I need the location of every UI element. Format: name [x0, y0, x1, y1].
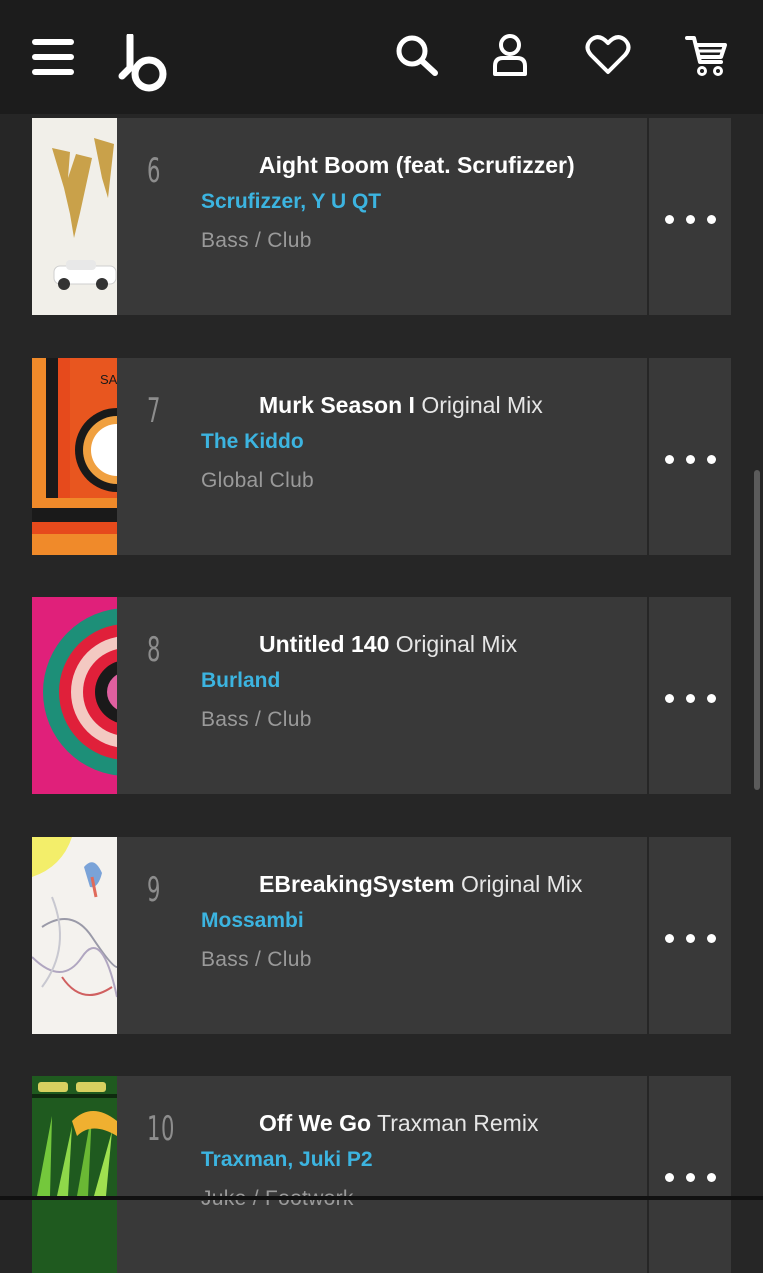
track-genre-link[interactable]: Bass / Club — [201, 708, 312, 732]
more-options-button[interactable] — [649, 837, 731, 1034]
track-number: 7 — [147, 391, 162, 431]
track-mix-name: Original Mix — [421, 392, 543, 418]
track-row[interactable]: SA 7 Murk Season I Original Mix The Kidd… — [32, 358, 731, 555]
track-info[interactable]: 9 EBreakingSystem Original Mix Mossambi … — [117, 837, 647, 1034]
track-list: 6 Aight Boom (feat. Scrufizzer) Scrufizz… — [0, 0, 763, 1273]
more-options-button[interactable] — [649, 358, 731, 555]
track-title-name: Murk Season I — [259, 392, 415, 418]
release-artwork[interactable] — [32, 837, 117, 1034]
track-title[interactable]: EBreakingSystem Original Mix — [259, 871, 639, 898]
user-icon[interactable] — [491, 34, 529, 78]
more-options-button[interactable] — [649, 118, 731, 315]
track-artists-link[interactable]: Burland — [201, 669, 280, 693]
track-title[interactable]: Off We Go Traxman Remix — [259, 1110, 639, 1137]
release-artwork[interactable]: SA — [32, 358, 117, 555]
track-info[interactable]: 10 Off We Go Traxman Remix Traxman, Juki… — [117, 1076, 647, 1273]
track-row[interactable]: 8 Untitled 140 Original Mix Burland Bass… — [32, 597, 731, 794]
track-title-name: Aight Boom (feat. Scrufizzer) — [259, 152, 575, 178]
track-number: 8 — [147, 630, 162, 670]
release-artwork[interactable] — [32, 1076, 117, 1273]
track-genre-link[interactable]: Global Club — [201, 469, 314, 493]
track-artists-link[interactable]: Traxman, Juki P2 — [201, 1148, 373, 1172]
more-options-button[interactable] — [649, 1076, 731, 1273]
bottom-edge — [0, 1196, 763, 1200]
track-artists-link[interactable]: Scrufizzer, Y U QT — [201, 190, 381, 214]
track-mix-name: Traxman Remix — [377, 1110, 539, 1136]
track-info[interactable]: 6 Aight Boom (feat. Scrufizzer) Scrufizz… — [117, 118, 647, 315]
more-options-icon — [665, 694, 717, 704]
track-title[interactable]: Aight Boom (feat. Scrufizzer) — [259, 152, 639, 179]
search-icon[interactable] — [395, 34, 439, 76]
track-title-name: Untitled 140 — [259, 631, 390, 657]
track-title-name: EBreakingSystem — [259, 871, 455, 897]
scrollbar[interactable] — [754, 470, 760, 790]
more-options-icon — [665, 215, 717, 225]
cart-icon[interactable] — [685, 34, 729, 78]
track-info[interactable]: 8 Untitled 140 Original Mix Burland Bass… — [117, 597, 647, 794]
track-number: 6 — [147, 151, 162, 191]
more-options-button[interactable] — [649, 597, 731, 794]
release-artwork[interactable] — [32, 597, 117, 794]
track-number: 9 — [147, 870, 162, 910]
track-row[interactable]: 10 Off We Go Traxman Remix Traxman, Juki… — [32, 1076, 731, 1273]
track-artists-link[interactable]: The Kiddo — [201, 430, 304, 454]
release-artwork[interactable] — [32, 118, 117, 315]
track-title[interactable]: Murk Season I Original Mix — [259, 392, 639, 419]
more-options-icon — [665, 1173, 717, 1183]
beatport-logo-icon[interactable] — [118, 34, 170, 94]
heart-icon[interactable] — [585, 34, 631, 76]
track-mix-name: Original Mix — [460, 871, 583, 897]
track-mix-name: Original Mix — [395, 631, 518, 657]
track-info[interactable]: 7 Murk Season I Original Mix The Kiddo G… — [117, 358, 647, 555]
top-navigation-bar — [0, 0, 763, 114]
hamburger-menu-icon[interactable] — [31, 38, 75, 76]
track-title-name: Off We Go — [259, 1110, 372, 1136]
svg-text:SA: SA — [100, 372, 117, 387]
track-genre-link[interactable]: Bass / Club — [201, 229, 312, 253]
track-number: 10 — [147, 1109, 176, 1149]
track-genre-link[interactable]: Bass / Club — [201, 948, 312, 972]
track-artists-link[interactable]: Mossambi — [201, 909, 304, 933]
track-row[interactable]: 9 EBreakingSystem Original Mix Mossambi … — [32, 837, 731, 1034]
more-options-icon — [665, 934, 717, 944]
track-row[interactable]: 6 Aight Boom (feat. Scrufizzer) Scrufizz… — [32, 118, 731, 315]
track-title[interactable]: Untitled 140 Original Mix — [259, 631, 639, 658]
more-options-icon — [665, 455, 717, 465]
